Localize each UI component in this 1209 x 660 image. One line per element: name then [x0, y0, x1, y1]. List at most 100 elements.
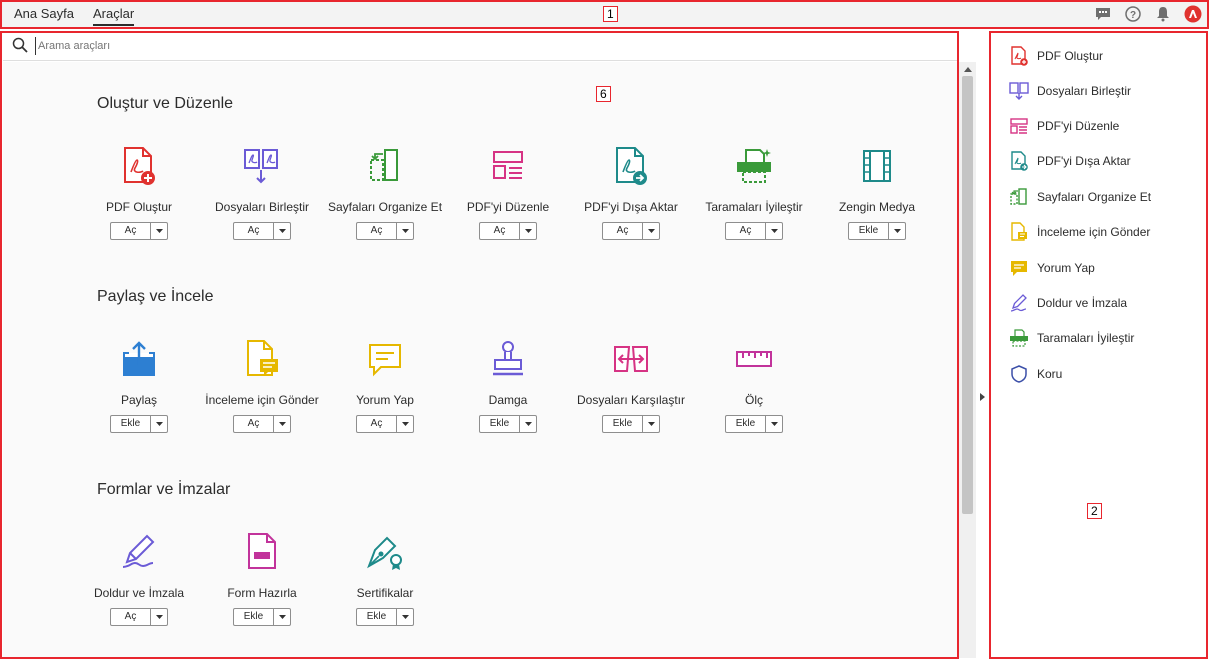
add-button-main[interactable]: Ekle: [357, 609, 397, 625]
collapse-right-pane-icon[interactable]: [976, 390, 988, 404]
open-button: Aç: [233, 415, 291, 433]
share-icon[interactable]: [119, 339, 159, 379]
add-button: Ekle: [110, 415, 168, 433]
chevron-down-icon[interactable]: [643, 223, 659, 239]
combine-files-icon[interactable]: [242, 146, 282, 186]
export-pdf-icon: [1009, 151, 1029, 171]
protect-icon: [1009, 364, 1029, 384]
tool-measure: Ölç Ekle: [692, 339, 816, 433]
chat-icon[interactable]: [1093, 4, 1113, 24]
adobe-account-icon[interactable]: [1183, 4, 1203, 24]
tool-organize-pages: Sayfaları Organize Et Aç: [323, 146, 447, 240]
scroll-thumb[interactable]: [962, 76, 973, 514]
stamp-icon[interactable]: [488, 339, 528, 379]
help-icon[interactable]: ?: [1123, 4, 1143, 24]
edit-pdf-icon: [1009, 116, 1029, 136]
tab-home[interactable]: Ana Sayfa: [14, 6, 74, 21]
fill-sign-icon: [1009, 293, 1029, 313]
open-button: Aç: [479, 222, 537, 240]
open-button: Aç: [725, 222, 783, 240]
right-pane-item-edit-pdf[interactable]: PDF'yi Düzenle: [1009, 114, 1119, 138]
chevron-down-icon[interactable]: [766, 223, 782, 239]
right-pane-item-combine-files[interactable]: Dosyaları Birleştir: [1009, 79, 1131, 103]
chevron-down-icon[interactable]: [397, 223, 413, 239]
right-pane-item-label: Taramaları İyileştir: [1037, 331, 1135, 345]
open-button: Aç: [233, 222, 291, 240]
bell-icon[interactable]: [1153, 4, 1173, 24]
add-button-main[interactable]: Ekle: [480, 416, 520, 432]
open-button-main[interactable]: Aç: [111, 223, 151, 239]
add-button-main[interactable]: Ekle: [603, 416, 643, 432]
add-button: Ekle: [233, 608, 291, 626]
tool-label: Taramaları İyileştir: [705, 200, 803, 214]
scroll-up-arrow-icon[interactable]: [959, 62, 976, 76]
open-button-main[interactable]: Aç: [234, 416, 274, 432]
create-pdf-icon[interactable]: [119, 146, 159, 186]
open-button: Aç: [356, 415, 414, 433]
organize-pages-icon: [1009, 187, 1029, 207]
open-button-main[interactable]: Aç: [603, 223, 643, 239]
right-pane-item-create-pdf[interactable]: PDF Oluştur: [1009, 44, 1103, 68]
rich-media-icon[interactable]: [857, 146, 897, 186]
chevron-down-icon[interactable]: [766, 416, 782, 432]
right-pane-item-export-pdf[interactable]: PDF'yi Dışa Aktar: [1009, 149, 1131, 173]
tool-label: Dosyaları Birleştir: [214, 200, 310, 214]
add-button-main[interactable]: Ekle: [111, 416, 151, 432]
open-button-main[interactable]: Aç: [111, 609, 151, 625]
chevron-down-icon[interactable]: [520, 223, 536, 239]
certificates-icon[interactable]: [365, 532, 405, 572]
section-title-forms-signatures: Formlar ve İmzalar: [97, 481, 231, 498]
add-button-main[interactable]: Ekle: [849, 223, 889, 239]
edit-pdf-icon[interactable]: [488, 146, 528, 186]
prepare-form-icon[interactable]: [242, 532, 282, 572]
open-button-main[interactable]: Aç: [480, 223, 520, 239]
chevron-down-icon[interactable]: [397, 416, 413, 432]
chevron-down-icon[interactable]: [643, 416, 659, 432]
right-pane-item-label: PDF Oluştur: [1037, 49, 1104, 63]
right-pane-item-label: Yorum Yap: [1037, 261, 1095, 275]
comment-icon[interactable]: [365, 339, 405, 379]
chevron-down-icon[interactable]: [889, 223, 905, 239]
right-pane-item-comment[interactable]: Yorum Yap: [1009, 256, 1095, 280]
chevron-down-icon[interactable]: [274, 416, 290, 432]
chevron-down-icon[interactable]: [520, 416, 536, 432]
tool-label: Dosyaları Karşılaştır: [576, 393, 686, 407]
right-pane-item-send-for-review[interactable]: İnceleme için Gönder: [1009, 220, 1150, 244]
right-pane-item-protect[interactable]: Koru: [1009, 362, 1062, 386]
open-button-main[interactable]: Aç: [726, 223, 766, 239]
add-button-main[interactable]: Ekle: [726, 416, 766, 432]
enhance-scans-icon[interactable]: [734, 146, 774, 186]
chevron-down-icon[interactable]: [274, 609, 290, 625]
add-button-main[interactable]: Ekle: [234, 609, 274, 625]
tool-edit-pdf: PDF'yi Düzenle Aç: [446, 146, 570, 240]
tools-panel: Oluştur ve Düzenle PDF Oluştur Aç Dosyal…: [3, 62, 957, 658]
chevron-down-icon[interactable]: [151, 223, 167, 239]
section-title-create-edit: Oluştur ve Düzenle: [97, 95, 234, 112]
tab-tools[interactable]: Araçlar: [93, 6, 135, 26]
measure-icon[interactable]: [734, 339, 774, 379]
export-pdf-icon[interactable]: [611, 146, 651, 186]
section-title-share-review: Paylaş ve İncele: [97, 288, 214, 305]
organize-pages-icon[interactable]: [365, 146, 405, 186]
open-button-main[interactable]: Aç: [234, 223, 274, 239]
chevron-down-icon[interactable]: [397, 609, 413, 625]
chevron-down-icon[interactable]: [151, 416, 167, 432]
chevron-down-icon[interactable]: [274, 223, 290, 239]
compare-files-icon[interactable]: [611, 339, 651, 379]
tool-label: İnceleme için Gönder: [205, 393, 319, 407]
right-pane-item-label: PDF'yi Düzenle: [1037, 119, 1120, 133]
tool-label: PDF'yi Düzenle: [466, 200, 550, 214]
search-input[interactable]: [35, 37, 435, 55]
tool-share: Paylaş Ekle: [77, 339, 201, 433]
chevron-down-icon[interactable]: [151, 609, 167, 625]
right-pane-item-fill-sign[interactable]: Doldur ve İmzala: [1009, 291, 1127, 315]
open-button-main[interactable]: Aç: [357, 223, 397, 239]
right-pane-item-organize-pages[interactable]: Sayfaları Organize Et: [1009, 185, 1151, 209]
right-pane-item-enhance-scans[interactable]: Taramaları İyileştir: [1009, 326, 1134, 350]
send-for-review-icon[interactable]: [242, 339, 282, 379]
open-button-main[interactable]: Aç: [357, 416, 397, 432]
fill-sign-icon[interactable]: [119, 532, 159, 572]
add-button: Ekle: [602, 415, 660, 433]
tools-scrollbar[interactable]: [959, 62, 976, 658]
search-icon: [12, 37, 28, 56]
